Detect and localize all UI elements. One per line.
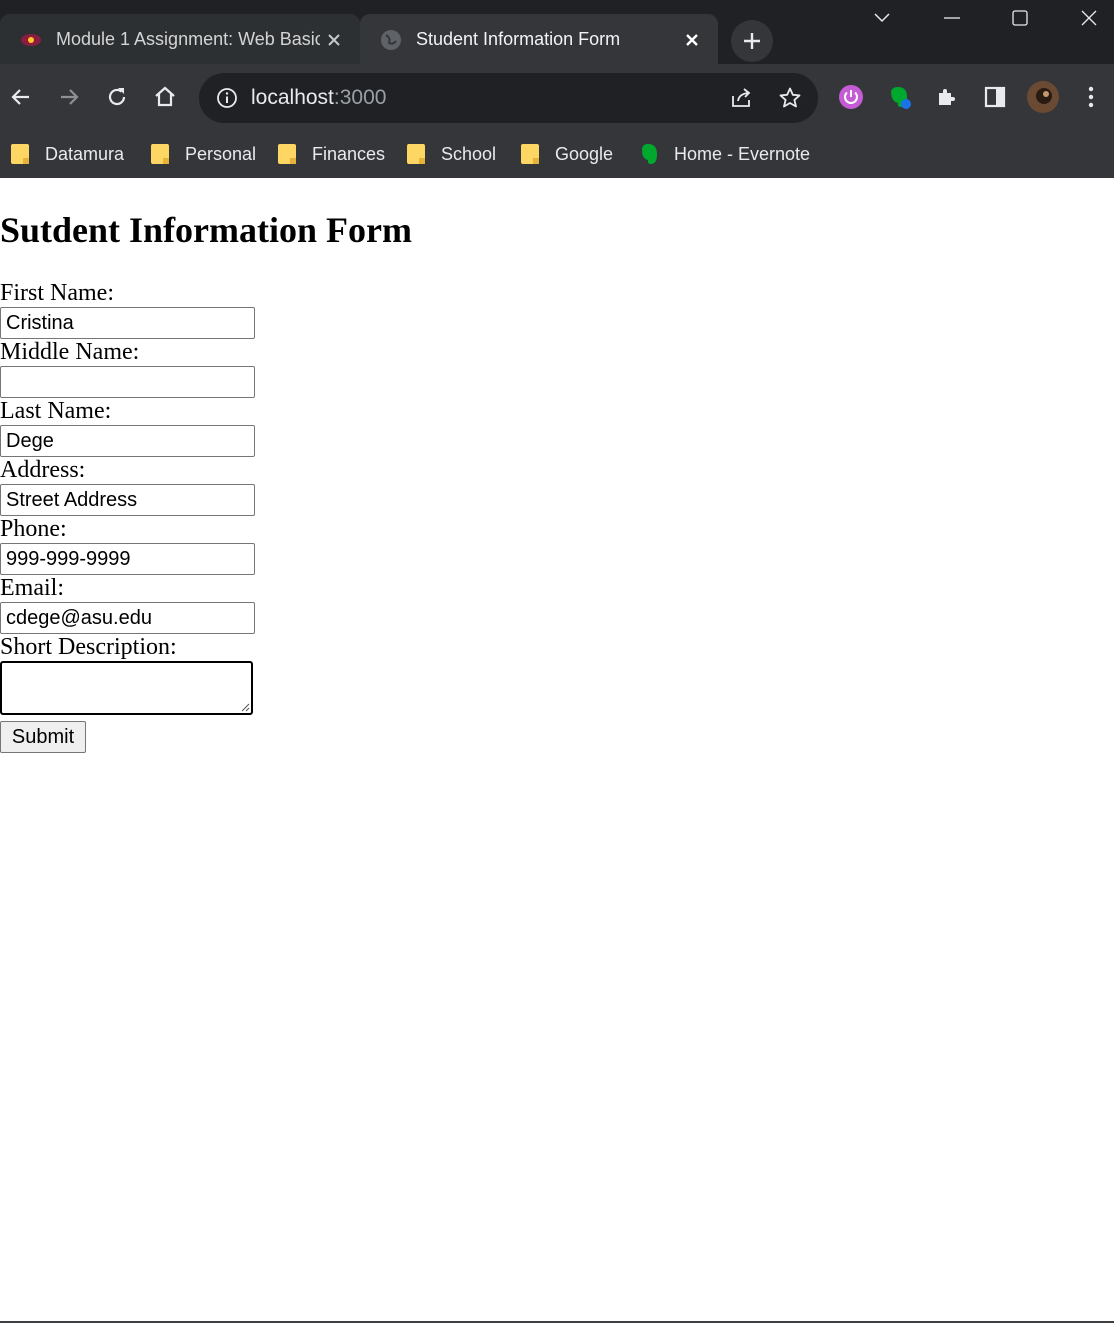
- last-name-input[interactable]: [0, 425, 255, 457]
- address-label: Address:: [0, 457, 86, 483]
- first-name-label: First Name:: [0, 280, 114, 306]
- folder-icon: [521, 144, 539, 164]
- student-information-form: First Name: Middle Name: Last Name: Addr…: [0, 280, 260, 715]
- bookmark-personal[interactable]: Personal: [151, 138, 256, 170]
- extensions-button[interactable]: [928, 78, 966, 116]
- email-label: Email:: [0, 575, 64, 601]
- menu-button[interactable]: [1072, 78, 1110, 116]
- arrow-left-icon: [11, 89, 29, 105]
- bookmark-evernote[interactable]: Home - Evernote: [638, 138, 810, 170]
- url-port: :3000: [333, 86, 387, 109]
- chevron-down-icon: [874, 13, 890, 23]
- browser-window: Module 1 Assignment: Web Basic Student I…: [0, 0, 1114, 178]
- avatar-icon: [1027, 81, 1059, 113]
- globe-icon: [380, 29, 402, 51]
- folder-icon: [278, 144, 296, 164]
- middle-name-input[interactable]: [0, 366, 255, 398]
- extension-power-button[interactable]: [832, 78, 870, 116]
- bookmark-label: School: [441, 143, 497, 164]
- maximize-icon: [1012, 10, 1028, 26]
- evernote-icon: [891, 87, 911, 109]
- tab-search-button[interactable]: [850, 0, 914, 36]
- side-panel-icon: [984, 86, 1006, 108]
- reload-button[interactable]: [98, 78, 136, 116]
- folder-icon: [407, 144, 425, 164]
- close-window-button[interactable]: [1057, 0, 1114, 36]
- maximize-button[interactable]: [988, 0, 1052, 36]
- puzzle-icon: [939, 89, 955, 105]
- tab-student-information-form[interactable]: Student Information Form: [360, 14, 718, 65]
- back-button[interactable]: [2, 78, 40, 116]
- address-input[interactable]: [0, 484, 255, 516]
- tab-title: Module 1 Assignment: Web Basic: [56, 29, 320, 49]
- evernote-extension-button[interactable]: [880, 78, 918, 116]
- minimize-button[interactable]: [920, 0, 984, 36]
- tab-module-assignment[interactable]: Module 1 Assignment: Web Basic: [0, 14, 360, 65]
- side-panel-button[interactable]: [976, 78, 1014, 116]
- bookmark-label: Personal: [185, 143, 257, 164]
- minimize-icon: [944, 17, 960, 19]
- power-icon: [839, 85, 863, 109]
- tab-title: Student Information Form: [416, 29, 621, 49]
- canvas-favicon-icon: [20, 29, 42, 51]
- profile-avatar[interactable]: [1024, 78, 1062, 116]
- bookmark-label: Finances: [312, 143, 386, 164]
- address-bar[interactable]: localhost:3000: [199, 73, 818, 123]
- short-description-label: Short Description:: [0, 634, 177, 660]
- submit-button[interactable]: Submit: [0, 721, 86, 753]
- bookmark-star-icon[interactable]: [778, 86, 802, 116]
- share-icon[interactable]: [729, 86, 753, 116]
- close-tab-icon[interactable]: [678, 26, 706, 54]
- bookmark-label: Datamura: [45, 143, 125, 164]
- last-name-label: Last Name:: [0, 398, 112, 424]
- bookmark-datamura[interactable]: Datamura: [11, 138, 124, 170]
- close-tab-icon[interactable]: [320, 26, 348, 54]
- forward-button[interactable]: [50, 78, 88, 116]
- url-host: localhost: [251, 86, 334, 109]
- phone-input[interactable]: [0, 543, 255, 575]
- phone-label: Phone:: [0, 516, 67, 542]
- bookmark-google[interactable]: Google: [521, 138, 613, 170]
- first-name-input[interactable]: [0, 307, 255, 339]
- bookmark-finances[interactable]: Finances: [278, 138, 385, 170]
- bookmark-label: Google: [555, 143, 614, 164]
- folder-icon: [11, 144, 29, 164]
- short-description-textarea[interactable]: [0, 661, 253, 715]
- folder-icon: [151, 144, 169, 164]
- evernote-icon: [642, 144, 657, 164]
- middle-name-label: Middle Name:: [0, 339, 140, 365]
- new-tab-button[interactable]: [731, 20, 773, 62]
- plus-icon: [744, 33, 760, 49]
- bookmark-school[interactable]: School: [407, 138, 496, 170]
- resize-grip-icon[interactable]: [240, 702, 250, 712]
- bookmark-label: Home - Evernote: [674, 143, 811, 164]
- info-icon[interactable]: [215, 86, 239, 110]
- home-button[interactable]: [146, 78, 184, 116]
- page-content: Sutdent Information Form First Name: Mid…: [0, 178, 1114, 1321]
- reload-icon: [108, 88, 126, 106]
- page-title: Sutdent Information Form: [0, 210, 412, 250]
- email-input[interactable]: [0, 602, 255, 634]
- home-icon: [155, 86, 175, 107]
- browser-toolbar: localhost:3000: [0, 64, 1114, 130]
- close-icon: [1081, 10, 1097, 26]
- arrow-right-icon: [61, 89, 79, 105]
- tab-strip: Module 1 Assignment: Web Basic Student I…: [0, 0, 1114, 65]
- bookmarks-bar: Datamura Personal Finances School Google…: [0, 130, 1114, 178]
- kebab-menu-icon: [1088, 86, 1094, 108]
